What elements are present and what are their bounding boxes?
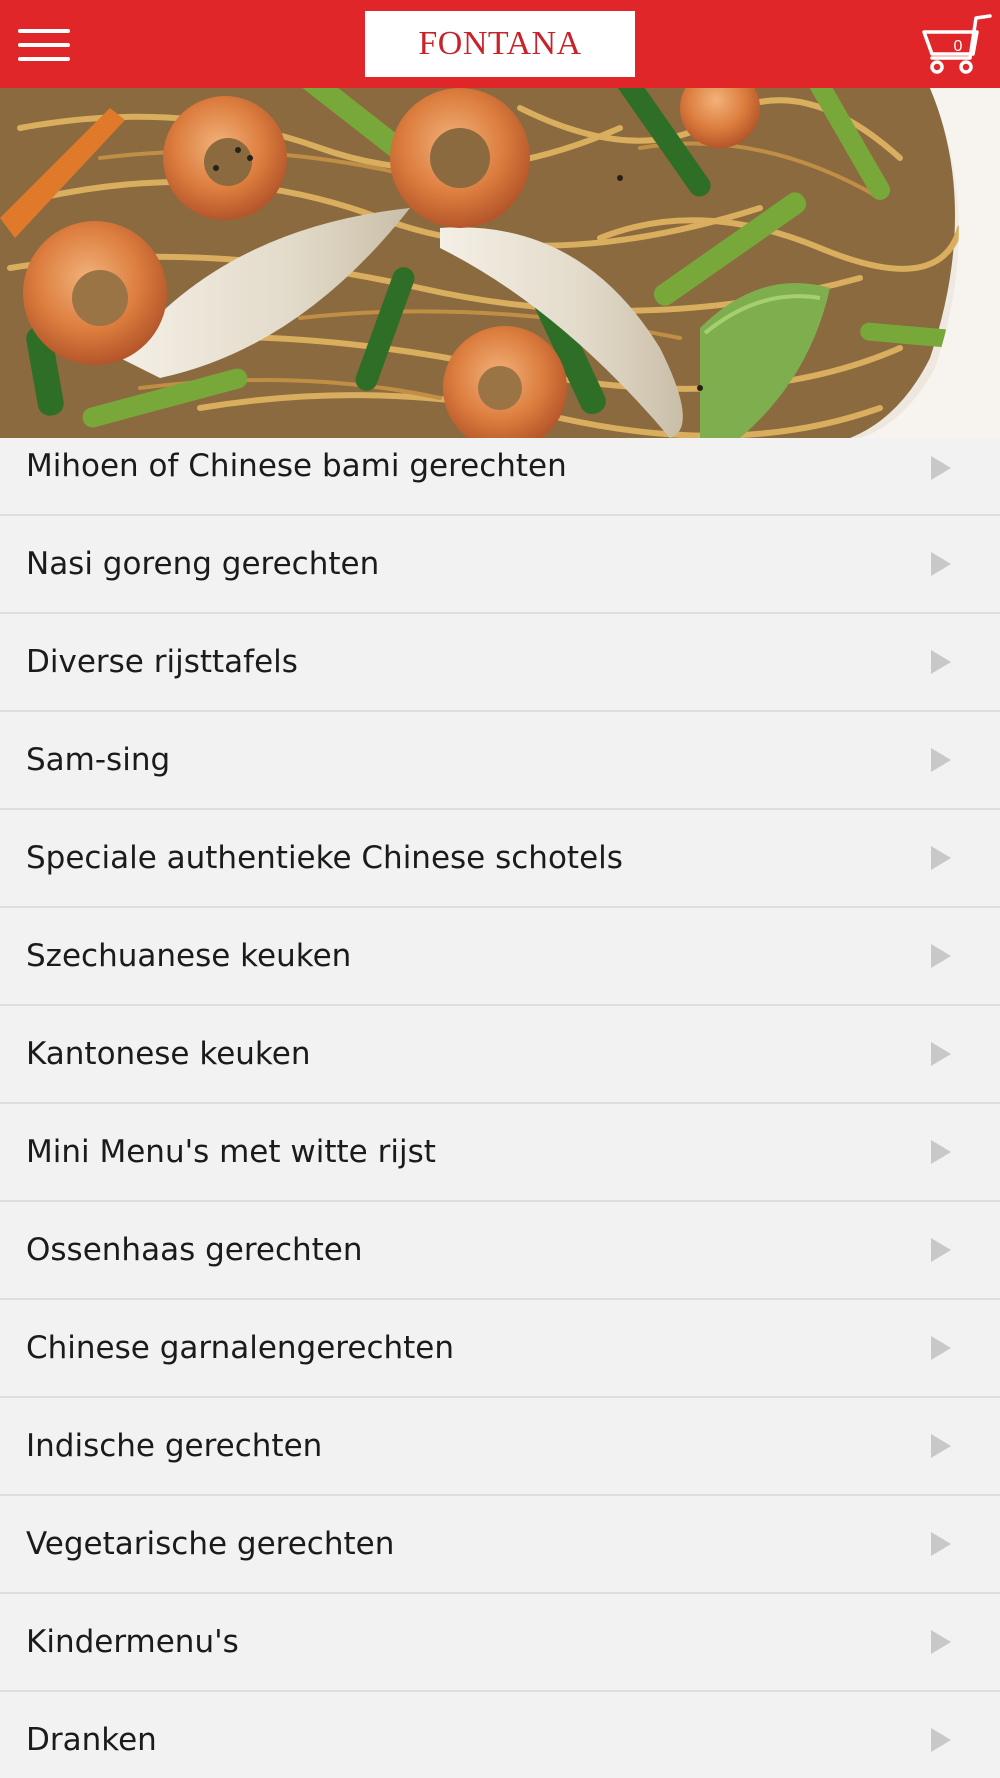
category-label: Kantonese keuken <box>26 1036 311 1072</box>
category-label: Ossenhaas gerechten <box>26 1232 363 1268</box>
category-item[interactable]: Diverse rijsttafels <box>0 614 1000 712</box>
category-label: Diverse rijsttafels <box>26 644 298 680</box>
chevron-right-icon <box>931 1728 951 1752</box>
menu-button[interactable] <box>18 22 72 66</box>
chevron-right-icon <box>931 1140 951 1164</box>
category-item[interactable]: Indische gerechten <box>0 1398 1000 1496</box>
chevron-right-icon <box>931 456 951 480</box>
chevron-right-icon <box>931 846 951 870</box>
category-label: Mihoen of Chinese bami gerechten <box>26 448 567 484</box>
category-item[interactable]: Chinese garnalengerechten <box>0 1300 1000 1398</box>
category-label: Indische gerechten <box>26 1428 323 1464</box>
category-item[interactable]: Dranken <box>0 1692 1000 1778</box>
category-item[interactable]: Kantonese keuken <box>0 1006 1000 1104</box>
cart-button[interactable]: 0 <box>920 12 992 78</box>
category-label: Sam-sing <box>26 742 171 778</box>
hero-food-image <box>0 88 1000 438</box>
category-item[interactable]: Sam-sing <box>0 712 1000 810</box>
chevron-right-icon <box>931 1532 951 1556</box>
category-item[interactable]: Mihoen of Chinese bami gerechten <box>0 438 1000 516</box>
brand-name: FONTANA <box>418 25 582 62</box>
top-bar: FONTANA 0 <box>0 0 1000 88</box>
category-label: Szechuanese keuken <box>26 938 352 974</box>
category-label: Kindermenu's <box>26 1624 239 1660</box>
chevron-right-icon <box>931 1434 951 1458</box>
chevron-right-icon <box>931 1238 951 1262</box>
category-label: Chinese garnalengerechten <box>26 1330 455 1366</box>
category-list: Mihoen of Chinese bami gerechten Nasi go… <box>0 438 1000 1778</box>
category-label: Mini Menu's met witte rijst <box>26 1134 436 1170</box>
hamburger-menu-icon <box>18 29 70 33</box>
chevron-right-icon <box>931 748 951 772</box>
category-label: Vegetarische gerechten <box>26 1526 395 1562</box>
category-item[interactable]: Ossenhaas gerechten <box>0 1202 1000 1300</box>
category-item[interactable]: Kindermenu's <box>0 1594 1000 1692</box>
category-item[interactable]: Nasi goreng gerechten <box>0 516 1000 614</box>
cart-count-badge: 0 <box>953 38 963 55</box>
brand-logo[interactable]: FONTANA <box>365 11 635 77</box>
chevron-right-icon <box>931 1336 951 1360</box>
chevron-right-icon <box>931 944 951 968</box>
category-item[interactable]: Mini Menu's met witte rijst <box>0 1104 1000 1202</box>
category-item[interactable]: Vegetarische gerechten <box>0 1496 1000 1594</box>
chevron-right-icon <box>931 1042 951 1066</box>
chevron-right-icon <box>931 552 951 576</box>
category-label: Nasi goreng gerechten <box>26 546 380 582</box>
chevron-right-icon <box>931 1630 951 1654</box>
category-item[interactable]: Speciale authentieke Chinese schotels <box>0 810 1000 908</box>
chevron-right-icon <box>931 650 951 674</box>
category-label: Speciale authentieke Chinese schotels <box>26 840 623 876</box>
category-item[interactable]: Szechuanese keuken <box>0 908 1000 1006</box>
category-label: Dranken <box>26 1722 157 1758</box>
stir-fry-noodles-shrimp-photo <box>0 88 1000 438</box>
app-screen: FONTANA 0 Mihoen of Chinese bami gerecht… <box>0 0 1000 1778</box>
